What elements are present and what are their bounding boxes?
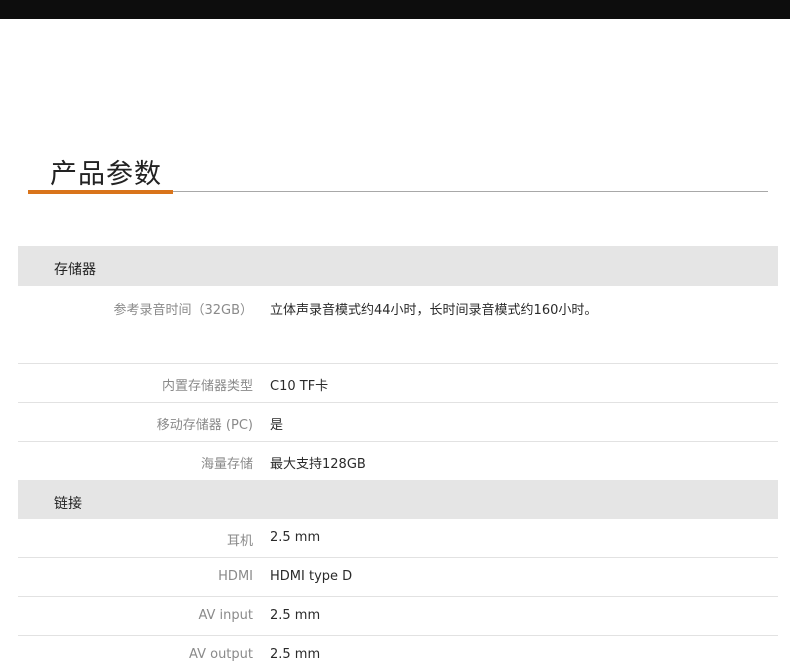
page-title: 产品参数 [50, 159, 162, 190]
spec-value: 立体声录音模式约44小时，长时间录音模式约160小时。 [270, 303, 598, 318]
group-name: 存储器 [54, 262, 96, 278]
spec-row: AV output 2.5 mm [18, 636, 778, 672]
spec-value: C10 TF卡 [270, 379, 329, 394]
spec-value: HDMI type D [270, 569, 353, 584]
spec-label: 移动存储器 (PC) [156, 418, 253, 433]
spec-value: 2.5 mm [270, 608, 321, 623]
spec-label: 内置存储器类型 [161, 379, 253, 394]
spec-value: 2.5 mm [270, 647, 321, 662]
spec-page: 产品参数 存储器 参考录音时间（32GB） 立体声录音模式约44小时，长时间录音… [0, 0, 790, 672]
spec-row: 参考录音时间（32GB） 立体声录音模式约44小时，长时间录音模式约160小时。 [18, 286, 778, 364]
spec-label: AV output [189, 647, 253, 662]
spec-value: 是 [270, 418, 284, 433]
top-bar [0, 0, 790, 19]
spec-label: HDMI [218, 569, 253, 584]
spec-row: HDMI HDMI type D [18, 558, 778, 597]
spec-row: AV input 2.5 mm [18, 597, 778, 636]
group-header-storage: 存储器 [18, 246, 778, 286]
spec-row: 耳机 2.5 mm [18, 519, 778, 558]
spec-label: 参考录音时间（32GB） [113, 303, 253, 318]
spec-label: 海量存储 [200, 457, 253, 472]
title-accent-bar [28, 190, 173, 194]
section-title-block: 产品参数 [28, 148, 770, 196]
spec-row: 移动存储器 (PC) 是 [18, 403, 778, 442]
spec-value: 2.5 mm [270, 530, 321, 545]
spec-row: 内置存储器类型 C10 TF卡 [18, 364, 778, 403]
spec-label: 耳机 [226, 534, 253, 549]
group-header-connections: 链接 [18, 480, 778, 519]
spec-row: 海量存储 最大支持128GB [18, 442, 778, 480]
spec-label: AV input [198, 608, 253, 623]
spec-table: 存储器 参考录音时间（32GB） 立体声录音模式约44小时，长时间录音模式约16… [18, 246, 778, 672]
group-name: 链接 [54, 496, 82, 512]
spec-value: 最大支持128GB [270, 457, 366, 472]
